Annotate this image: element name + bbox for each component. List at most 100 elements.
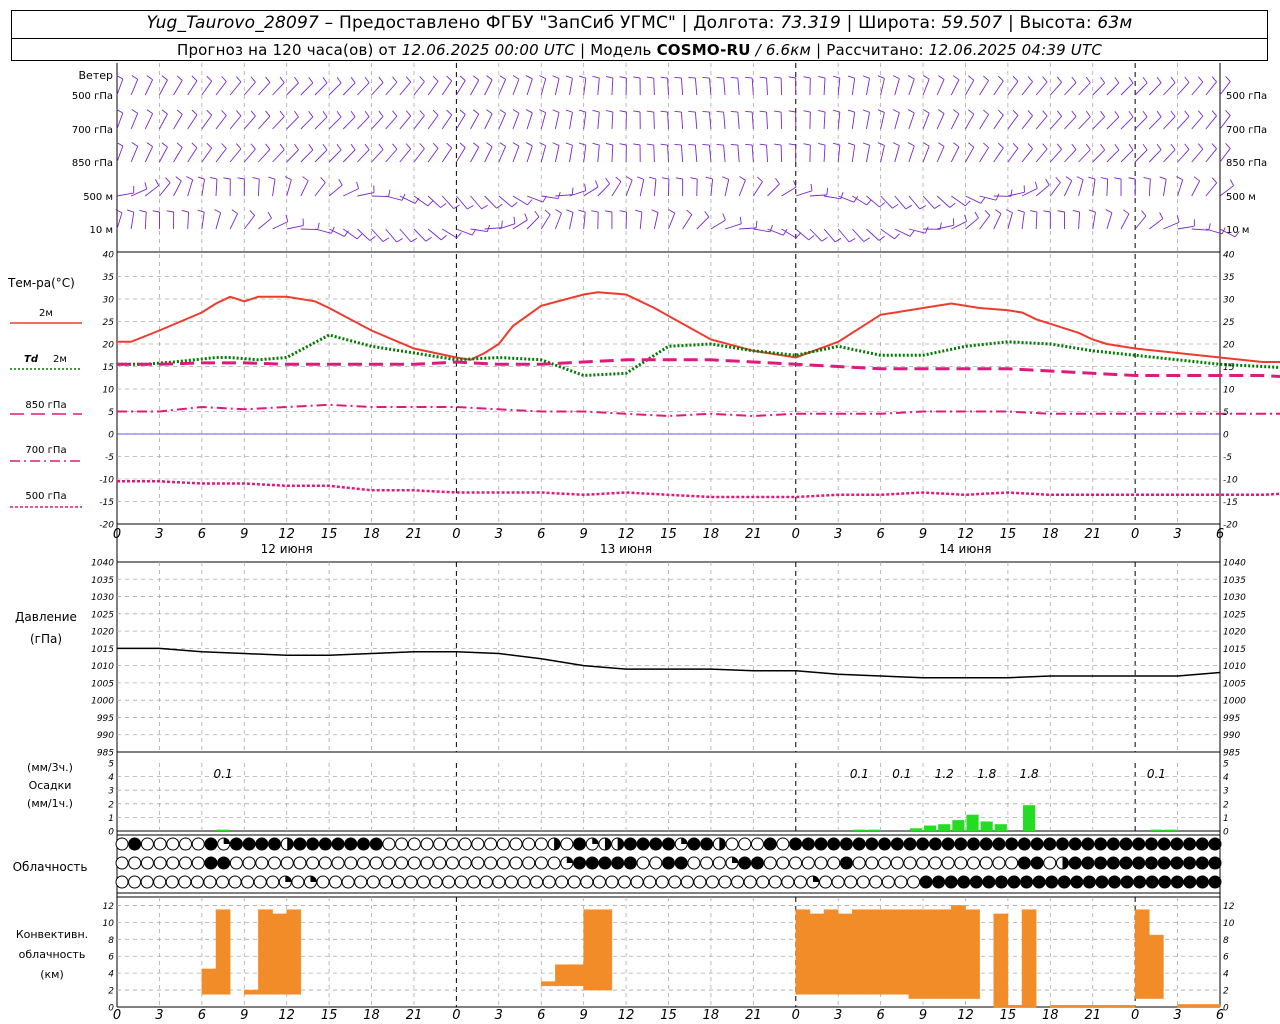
x-tick-label: 15 <box>1000 527 1017 542</box>
wind-barb <box>159 113 168 130</box>
wind-barb-flag <box>456 232 462 239</box>
cloud-symbol <box>179 837 193 851</box>
cloud-symbol <box>932 875 946 889</box>
wind-barb-flag <box>486 75 493 81</box>
wind-barb-flag <box>265 76 271 83</box>
y-tick-label-right: 15 <box>1223 363 1235 373</box>
wind-barb <box>272 82 285 96</box>
precip-unit-1h: (мм/1ч.) <box>27 797 73 810</box>
wind-barb-flag <box>396 238 403 243</box>
precip-3h-label: 0.1 <box>892 767 911 781</box>
wind-level-label-right: 700 гПа <box>1226 125 1267 136</box>
wind-barb-flag <box>934 204 941 209</box>
wind-barb-flag <box>539 75 546 80</box>
cloud-symbol <box>801 856 815 870</box>
wind-barb-flag <box>131 142 138 147</box>
cloud-symbol <box>649 856 663 870</box>
wind-barb <box>427 147 439 163</box>
wind-barb <box>880 145 885 163</box>
temp-line-t700 <box>117 403 1280 418</box>
wind-barb-flag <box>579 109 586 113</box>
wind-barb-flag <box>206 142 213 149</box>
wind-barb-flag <box>1088 209 1096 213</box>
wind-barb <box>470 79 480 96</box>
wind-barb <box>1205 182 1218 197</box>
wind-barb-flag <box>877 109 885 113</box>
wind-barb-flag <box>649 176 657 180</box>
cloud-symbol <box>1081 856 1095 870</box>
wind-barb-flag <box>1072 209 1080 213</box>
wind-barb-flag <box>214 209 221 214</box>
cloud-symbol <box>417 875 431 889</box>
y-tick-label-right: -20 <box>1223 521 1238 531</box>
wind-barb-flag <box>949 202 956 208</box>
wind-barb <box>257 178 260 197</box>
wind-barb <box>993 213 1002 230</box>
wind-barb <box>173 180 182 197</box>
wind-barb-flag <box>279 110 285 117</box>
cloud-symbol-fill <box>681 838 688 844</box>
wind-barb <box>653 111 655 130</box>
wind-barb-flag <box>1085 76 1091 84</box>
wind-barb-flag <box>565 109 573 113</box>
x-tick-label: 6 <box>876 1008 884 1023</box>
cloud-symbol <box>341 875 355 889</box>
x-tick-label: 15 <box>660 527 677 542</box>
wind-barb-flag <box>268 176 276 180</box>
y-tick-label-left: 1020 <box>91 628 114 638</box>
wind-barb-flag <box>1114 76 1120 84</box>
x-tick-label: 12 <box>278 1008 295 1023</box>
cloud-symbol <box>534 837 548 851</box>
cloud-symbol <box>763 837 777 851</box>
wind-barb-flag <box>139 209 147 213</box>
cloud-symbol <box>916 837 930 851</box>
convective-bar <box>201 968 217 995</box>
cloud-symbol <box>598 856 612 870</box>
wind-barb-flag <box>279 143 285 150</box>
wind-barb <box>498 146 507 163</box>
cloud-symbol <box>522 856 536 870</box>
x-tick-label: 6 <box>198 1008 206 1023</box>
wind-barb <box>314 149 328 163</box>
wind-barb-flag <box>237 177 245 180</box>
wind-barb-flag <box>1170 143 1176 150</box>
wind-barb <box>1106 82 1120 96</box>
wind-barb-flag <box>552 142 560 146</box>
wind-barb <box>1120 116 1134 130</box>
cloud-symbol <box>1208 837 1222 851</box>
x-tick-label: 18 <box>363 527 380 542</box>
y-tick-label-left: 2 <box>108 987 114 997</box>
y-tick-label-left: 4 <box>108 970 114 980</box>
wind-barb <box>837 228 850 243</box>
wind-barb-flag <box>739 176 746 181</box>
cloud-symbol <box>458 856 472 870</box>
wind-barb <box>723 112 726 130</box>
y-tick-label-right: 4 <box>1223 773 1229 783</box>
wind-barb-flag <box>832 142 840 146</box>
convective-bar <box>1050 1005 1065 1008</box>
wind-barb <box>512 112 520 130</box>
wind-barb <box>668 213 676 230</box>
cloud-symbol <box>229 837 243 851</box>
wind-barb <box>1134 215 1147 230</box>
cloud-symbol <box>1170 875 1184 889</box>
y-tick-label-right: 40 <box>1223 251 1235 261</box>
precip-3h-label: 0.1 <box>1147 767 1166 781</box>
wind-barb-flag <box>378 143 384 150</box>
y-tick-label-right: 1040 <box>1223 559 1246 569</box>
cloud-symbol <box>1017 837 1031 851</box>
cloud-symbol-fill <box>285 876 292 882</box>
wind-barb <box>1049 182 1061 197</box>
temp-line-t500 <box>117 480 1280 499</box>
cloud-symbol <box>1017 856 1031 870</box>
wind-barb <box>441 147 453 163</box>
cloud-symbol <box>1144 856 1158 870</box>
wind-barb <box>526 78 533 96</box>
wind-barb <box>851 78 856 96</box>
cloud-symbol <box>839 837 853 851</box>
wind-barb-flag <box>1211 143 1217 150</box>
wind-barb-flag <box>592 75 600 79</box>
wind-barb-flag <box>425 236 432 242</box>
precip-bar <box>1023 805 1036 831</box>
wind-barb <box>215 115 227 130</box>
